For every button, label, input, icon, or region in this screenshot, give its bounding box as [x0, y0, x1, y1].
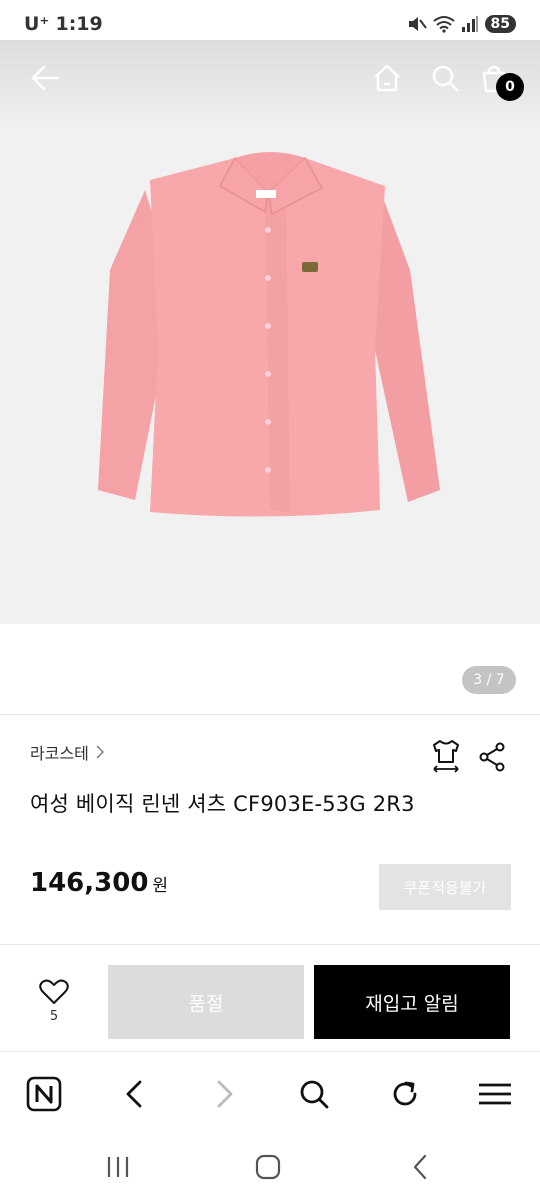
- home-button[interactable]: [367, 58, 407, 98]
- status-left: U⁺ 1:19: [24, 13, 103, 35]
- signal-icon: [461, 16, 478, 32]
- price-value: 146,300: [30, 868, 149, 898]
- product-title: 여성 베이직 린넨 셔츠 CF903E-53G 2R3: [30, 792, 415, 816]
- size-guide-button[interactable]: [430, 738, 462, 778]
- home-icon: [374, 64, 400, 92]
- system-navigation-bar: [0, 1134, 540, 1200]
- chevron-left-icon: [126, 1080, 142, 1108]
- recent-apps-icon: [107, 1157, 129, 1177]
- brand-link[interactable]: 라코스테: [30, 740, 105, 764]
- coupon-button[interactable]: 쿠폰적용불가: [379, 864, 511, 910]
- price-unit: 원: [152, 876, 169, 896]
- mute-icon: [408, 17, 427, 31]
- chevron-right-icon: [96, 745, 105, 759]
- heart-icon: [39, 979, 69, 1004]
- brand-name: 라코스테: [30, 744, 89, 763]
- browser-forward-button[interactable]: [203, 1072, 247, 1116]
- browser-back-button[interactable]: [112, 1072, 156, 1116]
- purchase-action-bar: 5 품절 재입고 알림: [0, 944, 540, 1052]
- arrow-left-icon: [31, 65, 60, 91]
- search-icon: [300, 1080, 329, 1109]
- carrier-label: U⁺: [24, 13, 50, 35]
- image-counter: 3 / 7: [462, 666, 516, 694]
- search-button[interactable]: [425, 58, 465, 98]
- status-right: 85: [407, 15, 516, 33]
- system-back-button[interactable]: [400, 1150, 440, 1184]
- clock: 1:19: [55, 13, 103, 35]
- reload-button[interactable]: [383, 1072, 427, 1116]
- product-image: [98, 152, 440, 517]
- naver-home-button[interactable]: [22, 1072, 66, 1116]
- wifi-icon: [432, 16, 455, 33]
- home-system-button[interactable]: [248, 1150, 288, 1184]
- like-count: 5: [49, 1009, 59, 1024]
- recent-apps-button[interactable]: [98, 1150, 138, 1184]
- hamburger-menu-icon: [479, 1083, 511, 1105]
- browser-search-button[interactable]: [292, 1072, 336, 1116]
- restock-alert-button[interactable]: 재입고 알림: [314, 965, 510, 1039]
- search-icon: [432, 65, 459, 92]
- battery-badge: 85: [484, 15, 516, 33]
- cart-count-badge: 0: [496, 73, 524, 101]
- price: 146,300 원: [30, 868, 168, 898]
- like-button[interactable]: 5: [30, 979, 78, 1024]
- back-chevron-icon: [413, 1154, 427, 1180]
- divider: [0, 714, 540, 715]
- menu-button[interactable]: [473, 1072, 517, 1116]
- share-icon: [479, 742, 505, 772]
- soldout-button[interactable]: 품절: [108, 965, 304, 1039]
- naver-logo-icon: [26, 1076, 62, 1112]
- back-button[interactable]: [25, 58, 65, 98]
- home-square-icon: [255, 1154, 281, 1180]
- browser-toolbar: [0, 1052, 540, 1134]
- share-button[interactable]: [478, 742, 506, 776]
- chevron-right-icon: [217, 1080, 233, 1108]
- tshirt-size-icon: [433, 740, 459, 773]
- top-navigation: [0, 40, 540, 116]
- refresh-icon: [393, 1081, 417, 1106]
